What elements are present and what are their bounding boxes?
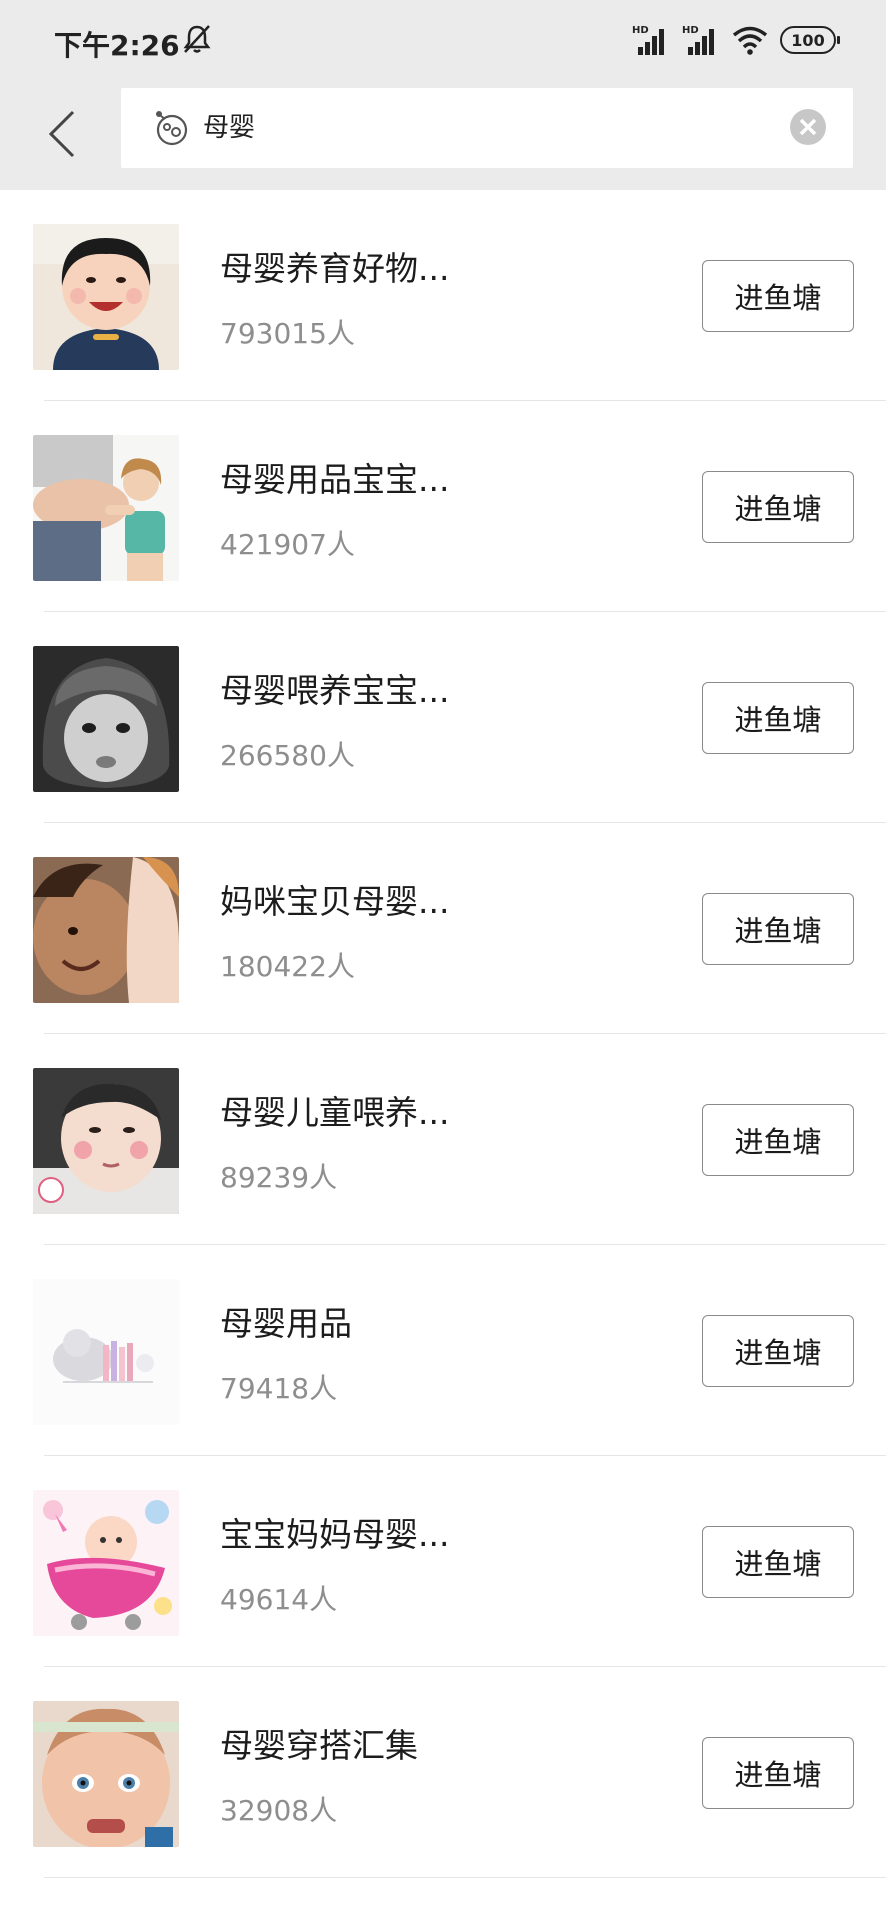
- results-list: 母婴养育好物... 793015人 进鱼塘 母婴用品宝宝... 421907人 …: [0, 190, 886, 1878]
- search-input[interactable]: 母婴: [121, 88, 853, 168]
- battery-icon: 100: [780, 26, 840, 54]
- group-thumbnail: [33, 1279, 179, 1425]
- join-button[interactable]: 进鱼塘: [702, 1315, 854, 1387]
- list-item[interactable]: 母婴用品 79418人 进鱼塘: [0, 1245, 886, 1456]
- group-thumbnail: [33, 1722, 179, 1732]
- member-count: 79418人: [220, 1372, 338, 1405]
- list-item[interactable]: 宝宝妈妈母婴... 49614人 进鱼塘: [0, 1456, 886, 1667]
- list-item[interactable]: 母婴用品宝宝... 421907人 进鱼塘: [0, 401, 886, 612]
- svg-text:HD: HD: [632, 25, 649, 36]
- group-title: 宝宝妈妈母婴...: [220, 1515, 450, 1554]
- join-button[interactable]: 进鱼塘: [702, 682, 854, 754]
- emoji-icon: [156, 111, 188, 146]
- svg-text:HD: HD: [682, 25, 699, 36]
- member-count: 180422人: [220, 950, 355, 983]
- join-button[interactable]: 进鱼塘: [702, 260, 854, 332]
- member-count: 49614人: [220, 1583, 338, 1616]
- chevron-left-icon: [48, 110, 75, 158]
- group-title: 妈咪宝贝母婴...: [220, 882, 450, 921]
- status-icons: HD HD 100: [632, 22, 840, 58]
- join-button[interactable]: 进鱼塘: [702, 1526, 854, 1598]
- member-count: 89239人: [220, 1161, 338, 1194]
- clear-circle-icon[interactable]: [789, 108, 827, 146]
- group-title: 母婴养育好物...: [220, 249, 450, 288]
- wifi-icon: [732, 26, 768, 55]
- member-count: 266580人: [220, 739, 355, 772]
- member-count: 421907人: [220, 528, 355, 561]
- member-count: 32908人: [220, 1794, 338, 1827]
- group-title: 母婴用品: [220, 1304, 352, 1343]
- group-title: 母婴儿童喂养...: [220, 1093, 450, 1132]
- group-thumbnail: [33, 435, 179, 581]
- search-header: 母婴: [0, 80, 886, 190]
- list-item[interactable]: 母婴喂养宝宝... 266580人 进鱼塘: [0, 612, 886, 823]
- status-time: 下午2:26: [54, 29, 180, 62]
- group-title: 母婴穿搭汇集: [220, 1726, 418, 1765]
- signal-icon: HD: [632, 25, 664, 55]
- signal-icon: HD: [682, 25, 714, 55]
- list-item[interactable]: 母婴养育好物... 793015人 进鱼塘: [0, 190, 886, 401]
- group-title: 母婴用品宝宝...: [220, 460, 450, 499]
- list-item[interactable]: 母婴穿搭汇集 32908人 进鱼塘: [0, 1667, 886, 1878]
- join-button[interactable]: 进鱼塘: [702, 1737, 854, 1809]
- join-button[interactable]: 进鱼塘: [702, 1104, 854, 1176]
- divider: [44, 1877, 886, 1878]
- group-thumbnail: [33, 1068, 179, 1214]
- search-query: 母婴: [203, 113, 256, 143]
- group-thumbnail: [33, 646, 179, 792]
- bell-off-icon: [183, 25, 211, 53]
- group-thumbnail: [33, 857, 179, 1003]
- list-item[interactable]: 母婴儿童喂养... 89239人 进鱼塘: [0, 1034, 886, 1245]
- back-button[interactable]: [34, 98, 90, 170]
- group-thumbnail: [33, 224, 179, 370]
- list-item[interactable]: 妈咪宝贝母婴... 180422人 进鱼塘: [0, 823, 886, 1034]
- member-count: 793015人: [220, 317, 355, 350]
- status-bar: 下午2:26 HD HD 100: [0, 0, 886, 80]
- join-button[interactable]: 进鱼塘: [702, 893, 854, 965]
- group-title: 母婴喂养宝宝...: [220, 671, 450, 710]
- group-thumbnail: [33, 1490, 179, 1636]
- join-button[interactable]: 进鱼塘: [702, 471, 854, 543]
